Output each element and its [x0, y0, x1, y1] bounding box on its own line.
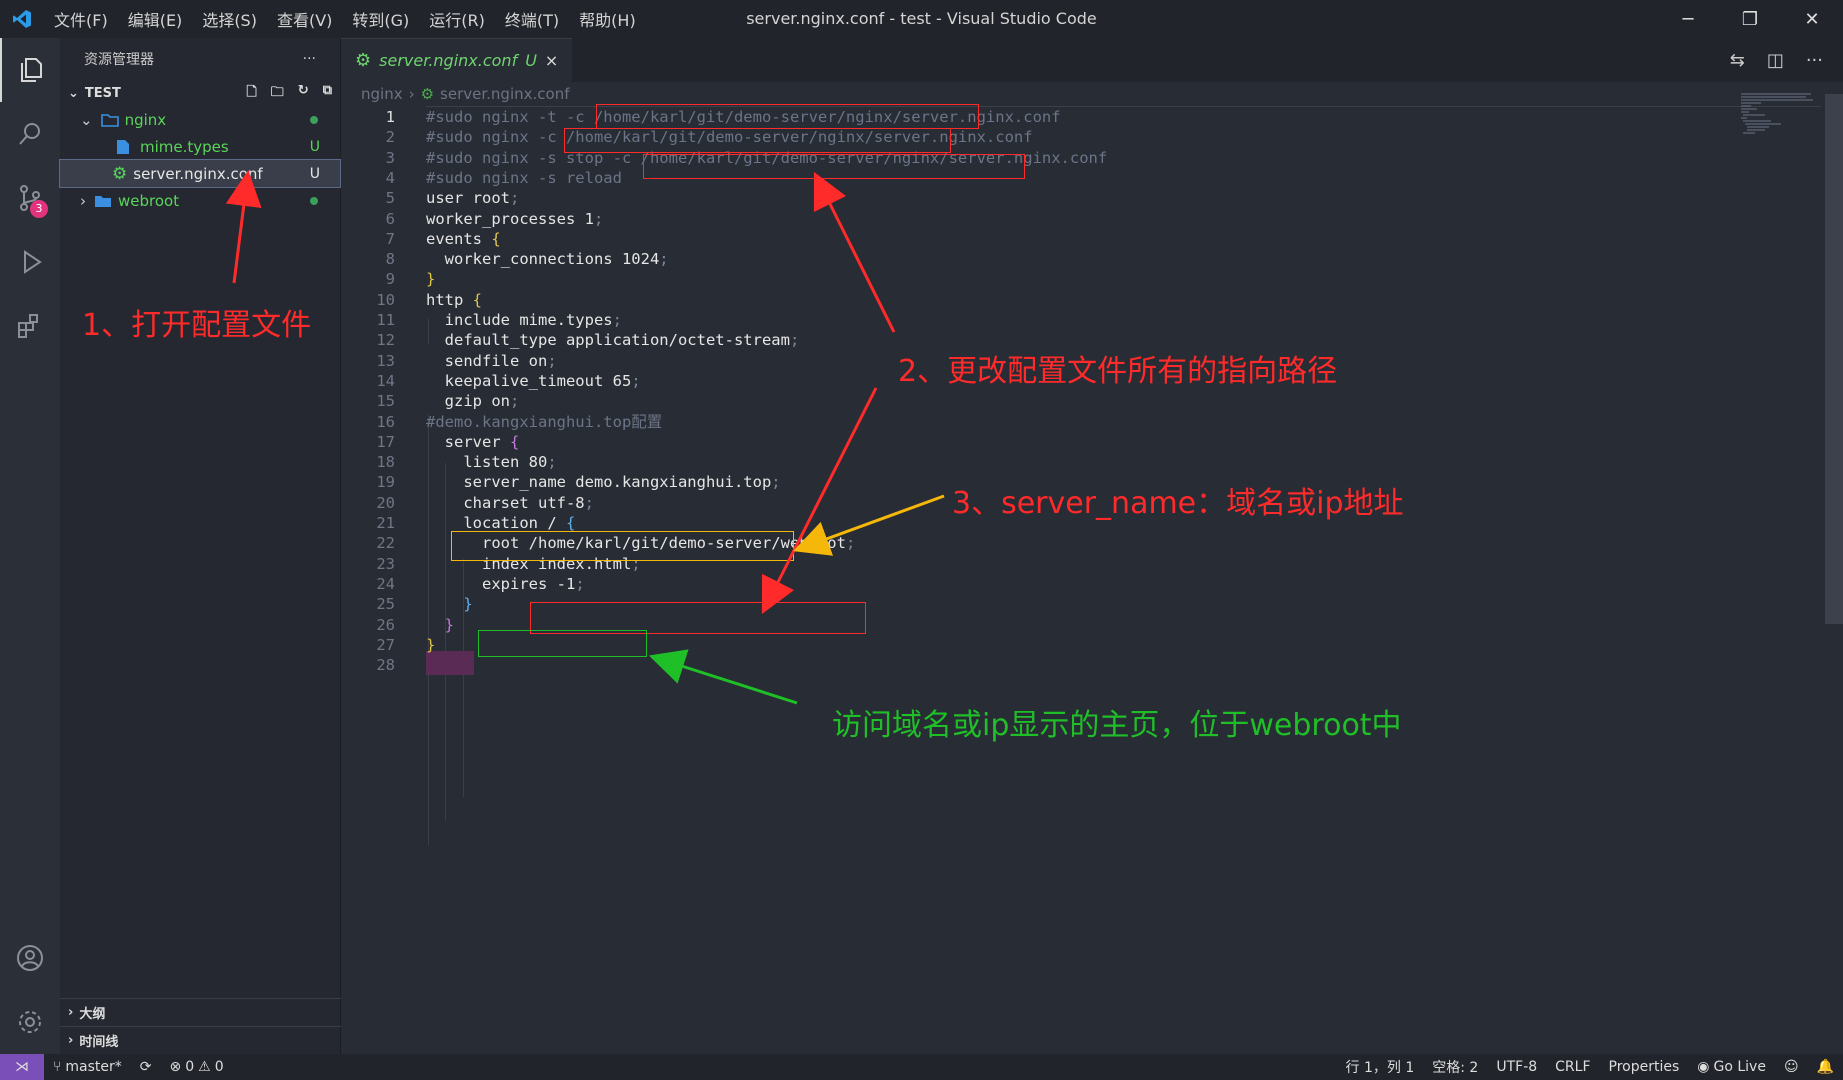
warning-icon: ⚠: [198, 1059, 211, 1075]
gear-icon: ⚙: [112, 163, 128, 184]
menu-run[interactable]: 运行(R): [419, 7, 495, 31]
tree-folder-nginx[interactable]: ⌄ nginx: [60, 106, 340, 133]
gear-icon: ⚙: [420, 85, 435, 103]
indentation[interactable]: 空格: 2: [1423, 1057, 1487, 1077]
outline-section[interactable]: › 大纲: [60, 998, 341, 1026]
more-actions-icon[interactable]: ···: [1806, 50, 1823, 71]
chevron-right-icon: ›: [68, 1033, 74, 1048]
tree-folder-webroot[interactable]: › webroot: [60, 187, 340, 214]
editor-area: ⚙ server.nginx.conf U × ⇆ ◫ ··· nginx › …: [341, 38, 1843, 1054]
scm-badge: 3: [30, 200, 48, 218]
title-bar: 文件(F) 编辑(E) 选择(S) 查看(V) 转到(G) 运行(R) 终端(T…: [0, 0, 1843, 38]
tab-label: server.nginx.conf: [379, 51, 518, 70]
file-icon: [117, 139, 129, 154]
feedback-icon[interactable]: ☺: [1775, 1059, 1808, 1075]
tab-close-icon[interactable]: ×: [545, 51, 558, 70]
timeline-section[interactable]: › 时间线: [60, 1026, 341, 1054]
refresh-icon[interactable]: ↻: [298, 83, 309, 105]
explorer-icon[interactable]: [0, 38, 60, 102]
git-branch-icon: ⑂: [53, 1059, 62, 1075]
timeline-label: 时间线: [79, 1035, 119, 1050]
encoding[interactable]: UTF-8: [1487, 1059, 1546, 1075]
new-file-icon[interactable]: 🗋: [246, 83, 256, 105]
tree-label: webroot: [118, 191, 180, 210]
branch-indicator[interactable]: ⑂ master*: [44, 1059, 131, 1075]
minimize-icon[interactable]: ─: [1657, 0, 1719, 38]
tree-label: mime.types: [140, 137, 229, 156]
menu-help[interactable]: 帮助(H): [569, 7, 646, 31]
language-mode[interactable]: Properties: [1600, 1059, 1689, 1075]
folder-icon: [95, 195, 111, 207]
explorer-sidebar: 资源管理器 ··· ⌄ TEST 🗋 🗀 ↻ ⧉ ⌄ nginx mime.ty…: [59, 38, 341, 1054]
new-folder-icon[interactable]: 🗀: [271, 83, 284, 105]
status-dot: [310, 115, 318, 124]
gear-icon: ⚙: [355, 50, 372, 71]
chevron-right-icon: ›: [408, 85, 415, 103]
breadcrumb-folder[interactable]: nginx: [361, 85, 403, 103]
workspace-section[interactable]: ⌄ TEST 🗋 🗀 ↻ ⧉: [60, 80, 340, 106]
workspace-name: TEST: [84, 85, 121, 101]
menu-go[interactable]: 转到(G): [342, 7, 419, 31]
sidebar-more-icon[interactable]: ···: [303, 51, 316, 67]
error-icon: ⊗: [169, 1059, 182, 1075]
tab-server-nginx-conf[interactable]: ⚙ server.nginx.conf U ×: [341, 38, 573, 82]
cursor-position[interactable]: 行 1，列 1: [1337, 1057, 1424, 1077]
chevron-down-icon: ⌄: [68, 85, 79, 101]
menu-edit[interactable]: 编辑(E): [118, 7, 193, 31]
source-control-icon[interactable]: 3: [0, 166, 60, 230]
menu-view[interactable]: 查看(V): [267, 7, 342, 31]
tab-bar: ⚙ server.nginx.conf U × ⇆ ◫ ···: [341, 38, 1843, 82]
menu-file[interactable]: 文件(F): [44, 7, 118, 31]
close-icon[interactable]: ✕: [1781, 0, 1843, 38]
notifications-bell-icon[interactable]: 🔔: [1808, 1059, 1843, 1075]
sidebar-title: 资源管理器: [84, 52, 154, 68]
remote-icon[interactable]: ⋊: [0, 1054, 44, 1080]
menu-terminal[interactable]: 终端(T): [495, 7, 569, 31]
vertical-scrollbar[interactable]: [1825, 94, 1843, 624]
outline-label: 大纲: [79, 1007, 106, 1022]
tree-label: server.nginx.conf: [133, 164, 263, 183]
go-live-button[interactable]: ◉ Go Live: [1688, 1059, 1775, 1075]
activity-bar: 3: [0, 38, 60, 1054]
broadcast-icon: ◉: [1697, 1059, 1710, 1075]
account-icon[interactable]: [0, 926, 60, 990]
chevron-right-icon: ›: [68, 1005, 74, 1020]
run-debug-icon[interactable]: [0, 230, 60, 294]
chevron-down-icon: ⌄: [80, 110, 93, 129]
tab-git-status: U: [525, 51, 537, 70]
git-status: U: [309, 138, 320, 155]
git-status: U: [309, 165, 320, 182]
vscode-logo-icon: [0, 0, 44, 38]
line-ending[interactable]: CRLF: [1546, 1059, 1599, 1075]
breadcrumb: nginx › ⚙ server.nginx.conf: [341, 82, 1843, 106]
code-editor[interactable]: 1 #sudo nginx -t -c /home/karl/git/demo-s…: [341, 106, 1821, 1026]
status-dot: [310, 196, 318, 205]
status-bar: ⋊ ⑂ master* ⟳ ⊗ 0 ⚠ 0 行 1，列 1 空格: 2 UTF-…: [0, 1054, 1843, 1080]
line-number: 28: [376, 656, 395, 675]
tree-file-mime-types[interactable]: mime.types U: [60, 133, 340, 160]
manage-gear-icon[interactable]: [0, 990, 60, 1054]
menu-bar: 文件(F) 编辑(E) 选择(S) 查看(V) 转到(G) 运行(R) 终端(T…: [44, 7, 646, 31]
search-icon[interactable]: [0, 102, 60, 166]
tree-label: nginx: [124, 110, 167, 129]
sync-icon[interactable]: ⟳: [131, 1059, 161, 1075]
breadcrumb-file[interactable]: server.nginx.conf: [440, 85, 569, 103]
menu-selection[interactable]: 选择(S): [192, 7, 267, 31]
folder-icon: [100, 113, 119, 127]
tree-file-server-nginx-conf[interactable]: ⚙ server.nginx.conf U: [59, 159, 341, 188]
split-editor-icon[interactable]: ◫: [1767, 50, 1784, 71]
minimap[interactable]: [1741, 92, 1821, 142]
extensions-icon[interactable]: [0, 294, 60, 358]
chevron-right-icon: ›: [80, 191, 86, 210]
restore-icon[interactable]: ❐: [1719, 0, 1781, 38]
compare-changes-icon[interactable]: ⇆: [1730, 50, 1745, 71]
collapse-all-icon[interactable]: ⧉: [323, 83, 332, 105]
problems-indicator[interactable]: ⊗ 0 ⚠ 0: [161, 1059, 233, 1075]
